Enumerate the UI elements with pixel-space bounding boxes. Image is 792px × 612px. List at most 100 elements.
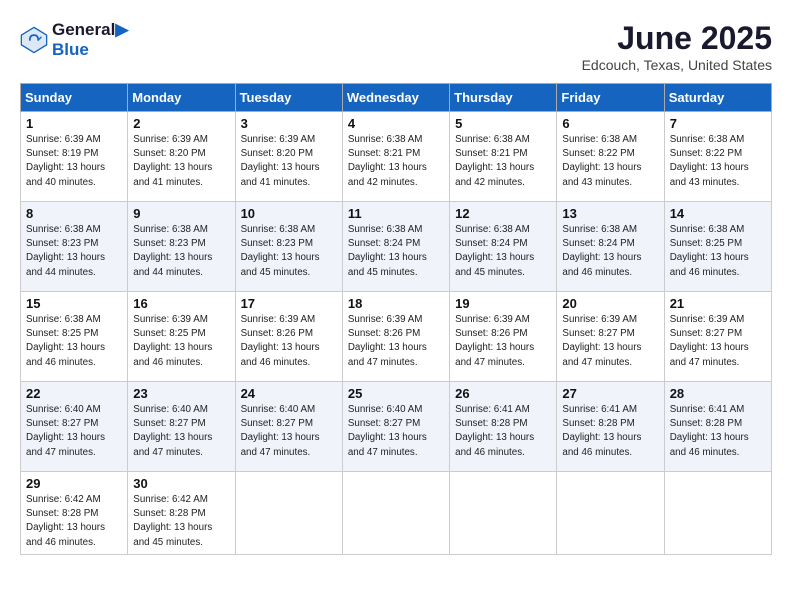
location: Edcouch, Texas, United States [582, 57, 772, 73]
day-info: Sunrise: 6:41 AMSunset: 8:28 PMDaylight:… [455, 403, 551, 460]
day-number: 5 [455, 116, 551, 131]
calendar-week-row: 22 Sunrise: 6:40 AMSunset: 8:27 PMDayligh… [21, 382, 772, 472]
calendar-cell: 5 Sunrise: 6:38 AMSunset: 8:21 PMDaylight… [450, 112, 557, 202]
title-block: June 2025 Edcouch, Texas, United States [582, 20, 772, 73]
day-info: Sunrise: 6:38 AMSunset: 8:21 PMDaylight:… [455, 133, 551, 190]
day-info: Sunrise: 6:38 AMSunset: 8:24 PMDaylight:… [455, 223, 551, 280]
day-info: Sunrise: 6:39 AMSunset: 8:19 PMDaylight:… [26, 133, 122, 190]
calendar-cell: 6 Sunrise: 6:38 AMSunset: 8:22 PMDaylight… [557, 112, 664, 202]
month-title: June 2025 [582, 20, 772, 57]
day-info: Sunrise: 6:40 AMSunset: 8:27 PMDaylight:… [26, 403, 122, 460]
day-number: 29 [26, 476, 122, 491]
day-number: 14 [670, 206, 766, 221]
calendar-week-row: 29 Sunrise: 6:42 AMSunset: 8:28 PMDayligh… [21, 472, 772, 555]
calendar-cell: 20 Sunrise: 6:39 AMSunset: 8:27 PMDayligh… [557, 292, 664, 382]
logo: General▶ Blue [20, 20, 128, 60]
day-number: 13 [562, 206, 658, 221]
calendar-cell: 9 Sunrise: 6:38 AMSunset: 8:23 PMDaylight… [128, 202, 235, 292]
calendar-cell: 16 Sunrise: 6:39 AMSunset: 8:25 PMDayligh… [128, 292, 235, 382]
day-number: 2 [133, 116, 229, 131]
day-info: Sunrise: 6:38 AMSunset: 8:24 PMDaylight:… [562, 223, 658, 280]
calendar-cell: 30 Sunrise: 6:42 AMSunset: 8:28 PMDayligh… [128, 472, 235, 555]
calendar-cell [450, 472, 557, 555]
day-info: Sunrise: 6:38 AMSunset: 8:23 PMDaylight:… [241, 223, 337, 280]
logo-icon [20, 26, 48, 54]
day-number: 6 [562, 116, 658, 131]
calendar-cell: 23 Sunrise: 6:40 AMSunset: 8:27 PMDayligh… [128, 382, 235, 472]
calendar-cell: 27Sunrise: 6:41 AMSunset: 8:28 PMDayligh… [557, 382, 664, 472]
day-number: 12 [455, 206, 551, 221]
calendar-cell: 13 Sunrise: 6:38 AMSunset: 8:24 PMDayligh… [557, 202, 664, 292]
calendar-cell: 18 Sunrise: 6:39 AMSunset: 8:26 PMDayligh… [342, 292, 449, 382]
day-number: 10 [241, 206, 337, 221]
calendar-cell: 26 Sunrise: 6:41 AMSunset: 8:28 PMDayligh… [450, 382, 557, 472]
day-number: 8 [26, 206, 122, 221]
calendar-cell [557, 472, 664, 555]
day-info: Sunrise: 6:40 AMSunset: 8:27 PMDaylight:… [133, 403, 229, 460]
day-header-sunday: Sunday [21, 84, 128, 112]
calendar-cell: 11Sunrise: 6:38 AMSunset: 8:24 PMDayligh… [342, 202, 449, 292]
calendar-cell: 19 Sunrise: 6:39 AMSunset: 8:26 PMDayligh… [450, 292, 557, 382]
day-number: 23 [133, 386, 229, 401]
day-info: Sunrise: 6:39 AMSunset: 8:26 PMDaylight:… [348, 313, 444, 370]
day-number: 16 [133, 296, 229, 311]
day-number: 25 [348, 386, 444, 401]
day-info: Sunrise: 6:38 AMSunset: 8:23 PMDaylight:… [133, 223, 229, 280]
day-number: 3 [241, 116, 337, 131]
day-info: Sunrise: 6:38 AMSunset: 8:22 PMDaylight:… [562, 133, 658, 190]
day-number: 19 [455, 296, 551, 311]
calendar-table: SundayMondayTuesdayWednesdayThursdayFrid… [20, 83, 772, 555]
day-number: 18 [348, 296, 444, 311]
day-header-tuesday: Tuesday [235, 84, 342, 112]
day-number: 11 [348, 206, 444, 221]
day-header-wednesday: Wednesday [342, 84, 449, 112]
calendar-cell: 12 Sunrise: 6:38 AMSunset: 8:24 PMDayligh… [450, 202, 557, 292]
day-number: 15 [26, 296, 122, 311]
day-header-monday: Monday [128, 84, 235, 112]
calendar-cell [235, 472, 342, 555]
calendar-cell: 29Sunrise: 6:42 AMSunset: 8:28 PMDayligh… [21, 472, 128, 555]
day-info: Sunrise: 6:39 AMSunset: 8:27 PMDaylight:… [670, 313, 766, 370]
day-header-thursday: Thursday [450, 84, 557, 112]
calendar-cell: 1 Sunrise: 6:39 AMSunset: 8:19 PMDaylight… [21, 112, 128, 202]
calendar-cell: 2 Sunrise: 6:39 AMSunset: 8:20 PMDaylight… [128, 112, 235, 202]
day-info: Sunrise: 6:39 AMSunset: 8:26 PMDaylight:… [241, 313, 337, 370]
page-header: General▶ Blue June 2025 Edcouch, Texas, … [20, 20, 772, 73]
calendar-cell: 15 Sunrise: 6:38 AMSunset: 8:25 PMDayligh… [21, 292, 128, 382]
calendar-cell: 10 Sunrise: 6:38 AMSunset: 8:23 PMDayligh… [235, 202, 342, 292]
day-number: 1 [26, 116, 122, 131]
calendar-cell [342, 472, 449, 555]
day-number: 22 [26, 386, 122, 401]
day-number: 28 [670, 386, 766, 401]
day-number: 21 [670, 296, 766, 311]
calendar-cell: 14Sunrise: 6:38 AMSunset: 8:25 PMDayligh… [664, 202, 771, 292]
day-header-saturday: Saturday [664, 84, 771, 112]
calendar-cell: 28 Sunrise: 6:41 AMSunset: 8:28 PMDayligh… [664, 382, 771, 472]
day-number: 20 [562, 296, 658, 311]
day-info: Sunrise: 6:40 AMSunset: 8:27 PMDaylight:… [348, 403, 444, 460]
day-number: 24 [241, 386, 337, 401]
day-number: 4 [348, 116, 444, 131]
calendar-cell: 24Sunrise: 6:40 AMSunset: 8:27 PMDayligh… [235, 382, 342, 472]
calendar-cell: 3 Sunrise: 6:39 AMSunset: 8:20 PMDaylight… [235, 112, 342, 202]
day-info: Sunrise: 6:39 AMSunset: 8:20 PMDaylight:… [241, 133, 337, 190]
day-info: Sunrise: 6:42 AMSunset: 8:28 PMDaylight:… [133, 493, 229, 550]
calendar-cell: 7Sunrise: 6:38 AMSunset: 8:22 PMDaylight… [664, 112, 771, 202]
day-info: Sunrise: 6:39 AMSunset: 8:25 PMDaylight:… [133, 313, 229, 370]
calendar-week-row: 1 Sunrise: 6:39 AMSunset: 8:19 PMDaylight… [21, 112, 772, 202]
day-info: Sunrise: 6:39 AMSunset: 8:26 PMDaylight:… [455, 313, 551, 370]
calendar-week-row: 8 Sunrise: 6:38 AMSunset: 8:23 PMDaylight… [21, 202, 772, 292]
day-number: 9 [133, 206, 229, 221]
day-info: Sunrise: 6:38 AMSunset: 8:25 PMDaylight:… [26, 313, 122, 370]
day-number: 26 [455, 386, 551, 401]
calendar-cell: 4Sunrise: 6:38 AMSunset: 8:21 PMDaylight… [342, 112, 449, 202]
day-info: Sunrise: 6:39 AMSunset: 8:27 PMDaylight:… [562, 313, 658, 370]
day-info: Sunrise: 6:41 AMSunset: 8:28 PMDaylight:… [670, 403, 766, 460]
calendar-week-row: 15 Sunrise: 6:38 AMSunset: 8:25 PMDayligh… [21, 292, 772, 382]
day-info: Sunrise: 6:39 AMSunset: 8:20 PMDaylight:… [133, 133, 229, 190]
calendar-cell [664, 472, 771, 555]
day-number: 7 [670, 116, 766, 131]
calendar-cell: 17Sunrise: 6:39 AMSunset: 8:26 PMDayligh… [235, 292, 342, 382]
day-number: 30 [133, 476, 229, 491]
calendar-cell: 8Sunrise: 6:38 AMSunset: 8:23 PMDaylight… [21, 202, 128, 292]
